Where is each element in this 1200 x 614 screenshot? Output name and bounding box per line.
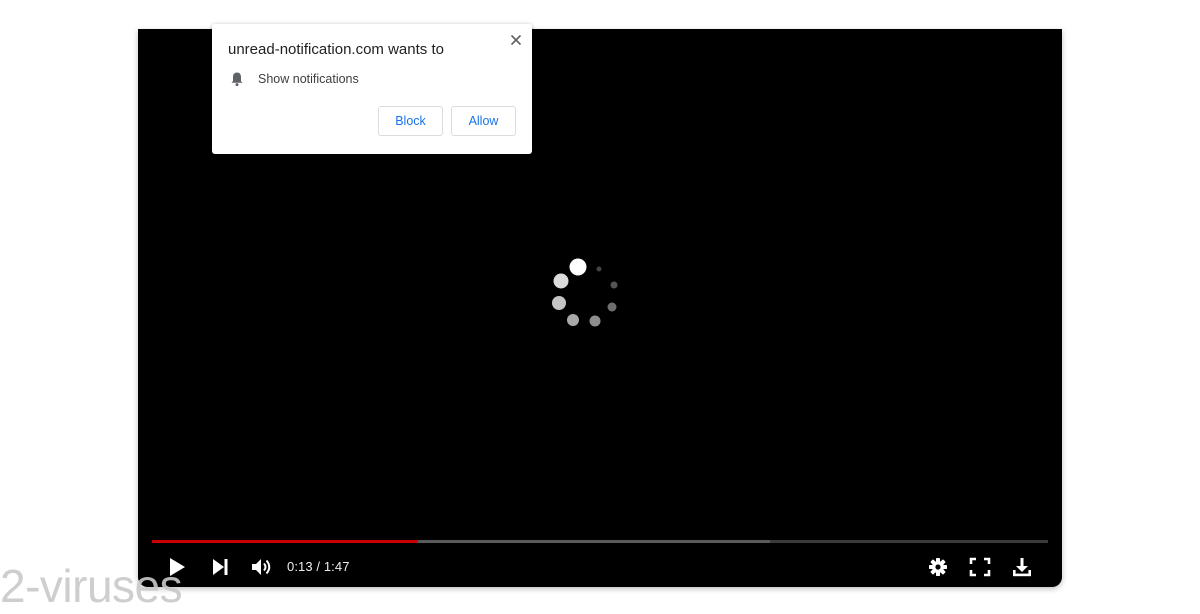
settings-icon bbox=[929, 558, 947, 576]
download-button[interactable] bbox=[1007, 552, 1037, 582]
next-button[interactable] bbox=[205, 552, 235, 582]
download-icon bbox=[1013, 558, 1031, 577]
close-button[interactable] bbox=[506, 30, 526, 50]
allow-button[interactable]: Allow bbox=[451, 106, 516, 136]
settings-button[interactable] bbox=[923, 552, 953, 582]
next-icon bbox=[213, 559, 228, 575]
volume-icon bbox=[252, 559, 271, 575]
popup-title: unread-notification.com wants to bbox=[228, 41, 444, 58]
progress-bar[interactable] bbox=[152, 540, 1048, 543]
permission-label: Show notifications bbox=[258, 72, 359, 86]
notification-permission-popup: unread-notification.com wants to Show no… bbox=[212, 24, 532, 154]
watermark: 2-viruses bbox=[0, 560, 183, 612]
time-display: 0:13 / 1:47 bbox=[287, 559, 350, 574]
volume-button[interactable] bbox=[247, 552, 277, 582]
block-button[interactable]: Block bbox=[378, 106, 443, 136]
fullscreen-button[interactable] bbox=[965, 552, 995, 582]
close-icon bbox=[510, 34, 522, 46]
fullscreen-icon bbox=[969, 557, 991, 577]
progress-played bbox=[152, 540, 419, 543]
bell-icon bbox=[231, 72, 243, 87]
